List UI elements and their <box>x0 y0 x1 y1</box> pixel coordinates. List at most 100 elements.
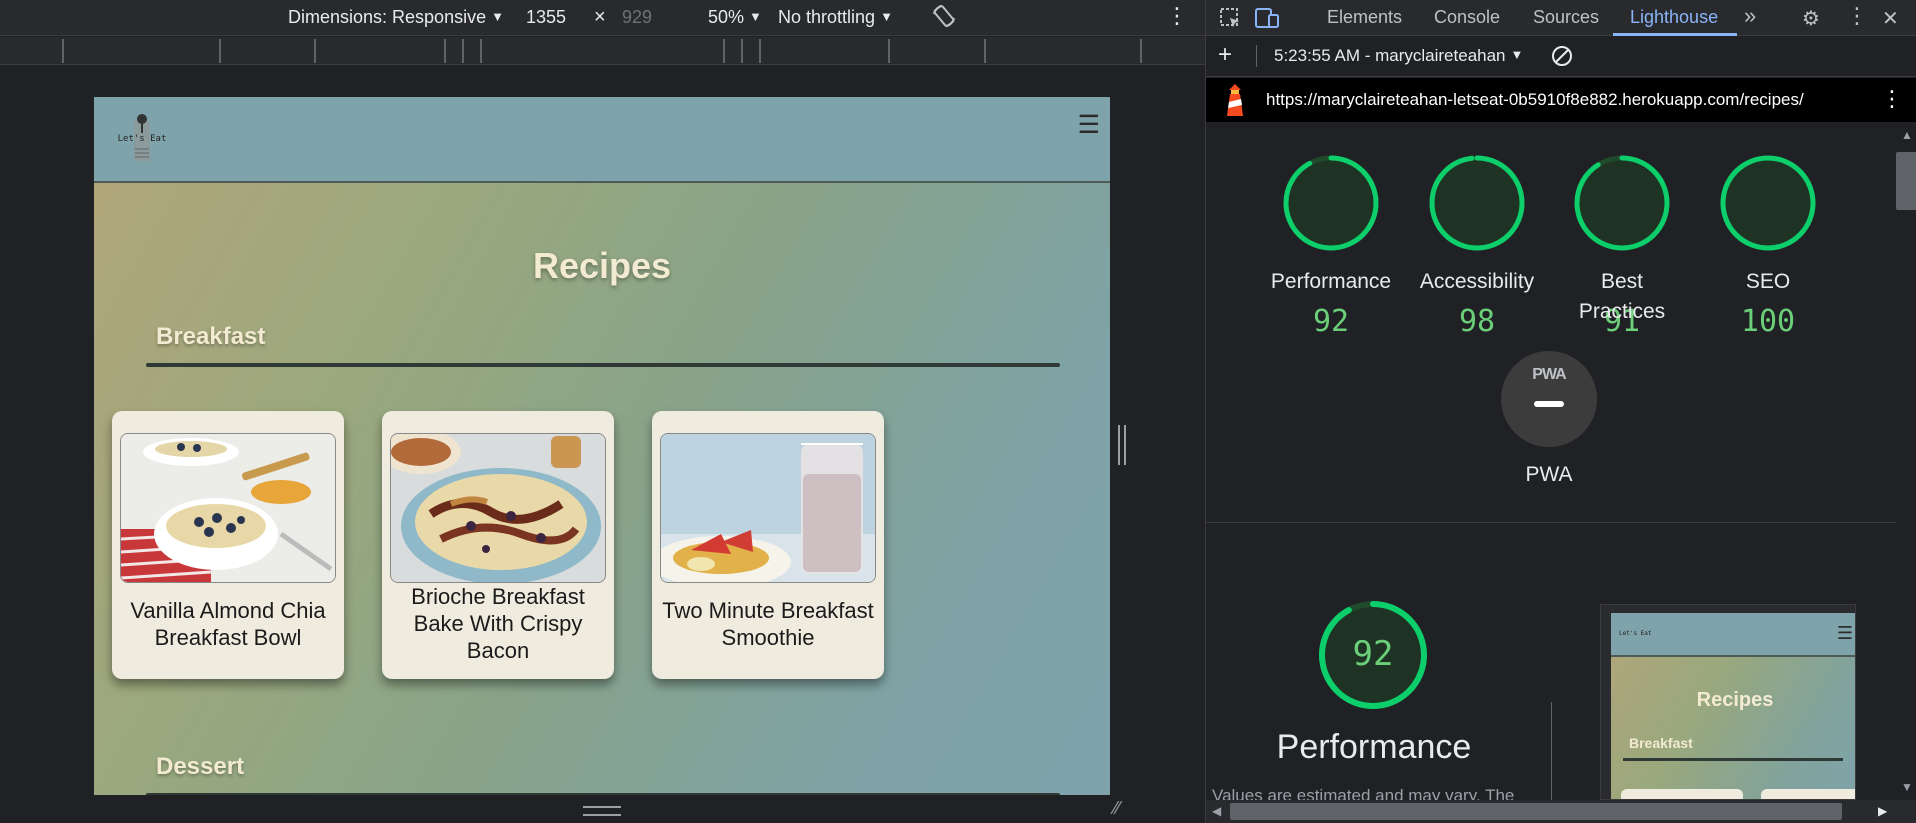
throttling-label: No throttling <box>778 7 876 27</box>
device-emulation-pane: Dimensions: Responsive ▼ 1355 × 929 50% ▼ … <box>0 0 1205 823</box>
tab-elements[interactable]: Elements <box>1327 7 1402 28</box>
more-options-icon[interactable]: ⋮ <box>1846 3 1868 29</box>
score-label-performance[interactable]: Performance <box>1251 267 1411 297</box>
recipe-title: Brioche Breakfast Bake With Crispy Bacon <box>411 584 585 663</box>
width-input[interactable]: 1355 <box>526 7 566 28</box>
scroll-down-icon[interactable]: ▼ <box>1901 780 1913 794</box>
recipe-image-chia-bowl <box>120 433 336 583</box>
site-header: Let's Eat ☰ <box>94 97 1110 183</box>
device-toolbar: Dimensions: Responsive ▼ 1355 × 929 50% ▼ … <box>0 0 1205 36</box>
page-title: Recipes <box>532 245 672 286</box>
score-value-seo: 100 <box>1740 304 1796 339</box>
lighthouse-report: 92 98 91 100 Performance Accessibility B… <box>1206 122 1896 800</box>
times-icon: × <box>594 6 606 28</box>
category-heading-dessert: Dessert <box>156 753 245 780</box>
recipe-image-smoothie <box>660 433 876 583</box>
category-divider <box>146 363 1060 367</box>
category-heading-breakfast: Breakfast <box>156 323 266 350</box>
more-options-icon[interactable]: ⋮ <box>1166 3 1188 29</box>
site-logo[interactable]: Let's Eat <box>107 109 177 165</box>
devtools-tab-bar: Elements Console Sources Lighthouse » ⚙ … <box>1206 0 1916 36</box>
thumbnail-card <box>1621 789 1743 799</box>
caret-down-icon: ▼ <box>749 9 762 24</box>
toolbar-divider <box>1256 45 1257 67</box>
scroll-left-icon[interactable]: ◀ <box>1212 804 1221 818</box>
pwa-badge-text: PWA <box>1532 366 1566 383</box>
new-report-icon[interactable]: + <box>1218 43 1232 67</box>
lighthouse-toolbar: + 5:23:55 AM - maryclaireteahan ▼ <box>1206 37 1916 77</box>
hamburger-menu-icon: ☰ <box>1836 623 1853 643</box>
report-scrollbar-thumb[interactable] <box>1896 152 1916 210</box>
media-query-ruler <box>0 37 1205 65</box>
tab-console[interactable]: Console <box>1434 7 1500 28</box>
gear-icon[interactable]: ⚙ <box>1802 6 1820 31</box>
report-selector[interactable]: 5:23:55 AM - maryclaireteahan ▼ <box>1274 46 1523 66</box>
caret-down-icon: ▼ <box>491 9 504 24</box>
report-scrollbar-track[interactable]: ▲ ▼ <box>1896 122 1916 800</box>
thumbnail-header: Let's Eat ☰ <box>1611 613 1855 657</box>
score-label-line: Practices <box>1578 300 1666 323</box>
active-tab-indicator <box>1613 33 1737 36</box>
resize-corner-icon[interactable]: ⁄⁄ <box>1114 798 1134 818</box>
recipe-card[interactable]: Brioche Breakfast Bake With Crispy Bacon <box>382 411 614 679</box>
logo-text: Let's Eat <box>117 134 167 144</box>
pwa-dash-icon <box>1534 401 1564 407</box>
section-divider <box>1206 522 1896 523</box>
hamburger-menu-icon[interactable]: ☰ <box>1078 113 1100 138</box>
emulated-viewport: Let's Eat ☰ Recipes Breakfast Vanilla Al… <box>94 97 1110 795</box>
zoom-label: 50% <box>708 7 745 27</box>
close-icon[interactable]: ✕ <box>1882 6 1899 31</box>
viewport-height-handle[interactable] <box>583 806 621 816</box>
performance-note: Values are estimated and may vary. The <box>1212 786 1515 800</box>
score-value-performance: 92 <box>1312 304 1350 339</box>
recipe-image-brioche-bake <box>390 433 606 583</box>
tab-lighthouse[interactable]: Lighthouse <box>1630 7 1718 28</box>
thumbnail-logo: Let's Eat <box>1619 630 1652 637</box>
score-label-accessibility[interactable]: Accessibility <box>1397 267 1557 297</box>
clear-reports-icon[interactable] <box>1550 44 1574 73</box>
horizontal-scrollbar-thumb[interactable] <box>1230 803 1842 820</box>
devtools-panel: Elements Console Sources Lighthouse » ⚙ … <box>1205 0 1916 823</box>
thumbnail-category: Breakfast <box>1629 735 1693 751</box>
final-screenshot-thumbnail[interactable]: Let's Eat ☰ Recipes Breakfast <box>1600 604 1856 800</box>
recipe-card[interactable]: Two Minute Breakfast Smoothie <box>652 411 884 679</box>
dimensions-label: Dimensions: Responsive <box>288 7 487 27</box>
report-url-bar: https://maryclaireteahan-letseat-0b5910f… <box>1206 78 1916 122</box>
score-label-best-practices[interactable]: Best Practices <box>1542 267 1702 327</box>
more-options-icon[interactable]: ⋮ <box>1881 86 1903 112</box>
thumbnail-divider <box>1623 758 1843 761</box>
height-input[interactable]: 929 <box>622 7 652 28</box>
recipe-card[interactable]: Vanilla Almond Chia Breakfast Bowl <box>112 411 344 679</box>
thumbnail-page: Let's Eat ☰ Recipes Breakfast <box>1611 613 1855 799</box>
scroll-up-icon[interactable]: ▲ <box>1901 128 1913 142</box>
performance-score-large: 92 <box>1352 634 1394 674</box>
tab-sources[interactable]: Sources <box>1533 7 1599 28</box>
score-label-seo[interactable]: SEO <box>1688 267 1848 297</box>
rotate-icon[interactable] <box>930 2 958 35</box>
report-selector-label: 5:23:55 AM - maryclaireteahan <box>1274 46 1506 65</box>
recipe-title: Vanilla Almond Chia Breakfast Bowl <box>130 598 326 650</box>
inspect-element-icon[interactable] <box>1218 6 1242 36</box>
lighthouse-icon <box>1222 82 1248 118</box>
caret-down-icon: ▼ <box>1510 47 1524 62</box>
recipe-title: Two Minute Breakfast Smoothie <box>662 598 874 650</box>
score-label-line: Best <box>1600 270 1644 293</box>
score-value-accessibility: 98 <box>1458 304 1496 339</box>
more-tabs-icon[interactable]: » <box>1744 3 1756 29</box>
pwa-label: PWA <box>1525 463 1573 486</box>
report-url[interactable]: https://maryclaireteahan-letseat-0b5910f… <box>1266 90 1804 110</box>
pwa-badge[interactable]: PWA <box>1501 351 1597 447</box>
thumbnail-title: Recipes <box>1696 689 1774 711</box>
scroll-right-icon[interactable]: ▶ <box>1878 804 1887 818</box>
device-toggle-icon[interactable] <box>1254 6 1280 36</box>
section-divider <box>1551 702 1552 800</box>
caret-down-icon: ▼ <box>880 9 893 24</box>
zoom-dropdown[interactable]: 50% ▼ <box>708 7 762 28</box>
viewport-resize-handle[interactable] <box>1118 425 1126 465</box>
devtools-window: Dimensions: Responsive ▼ 1355 × 929 50% ▼ … <box>0 0 1916 823</box>
dimensions-dropdown[interactable]: Dimensions: Responsive ▼ <box>288 7 504 28</box>
category-divider <box>146 793 1060 795</box>
thumbnail-card <box>1761 789 1855 799</box>
performance-title: Performance <box>1276 728 1472 766</box>
throttling-dropdown[interactable]: No throttling ▼ <box>778 7 893 28</box>
